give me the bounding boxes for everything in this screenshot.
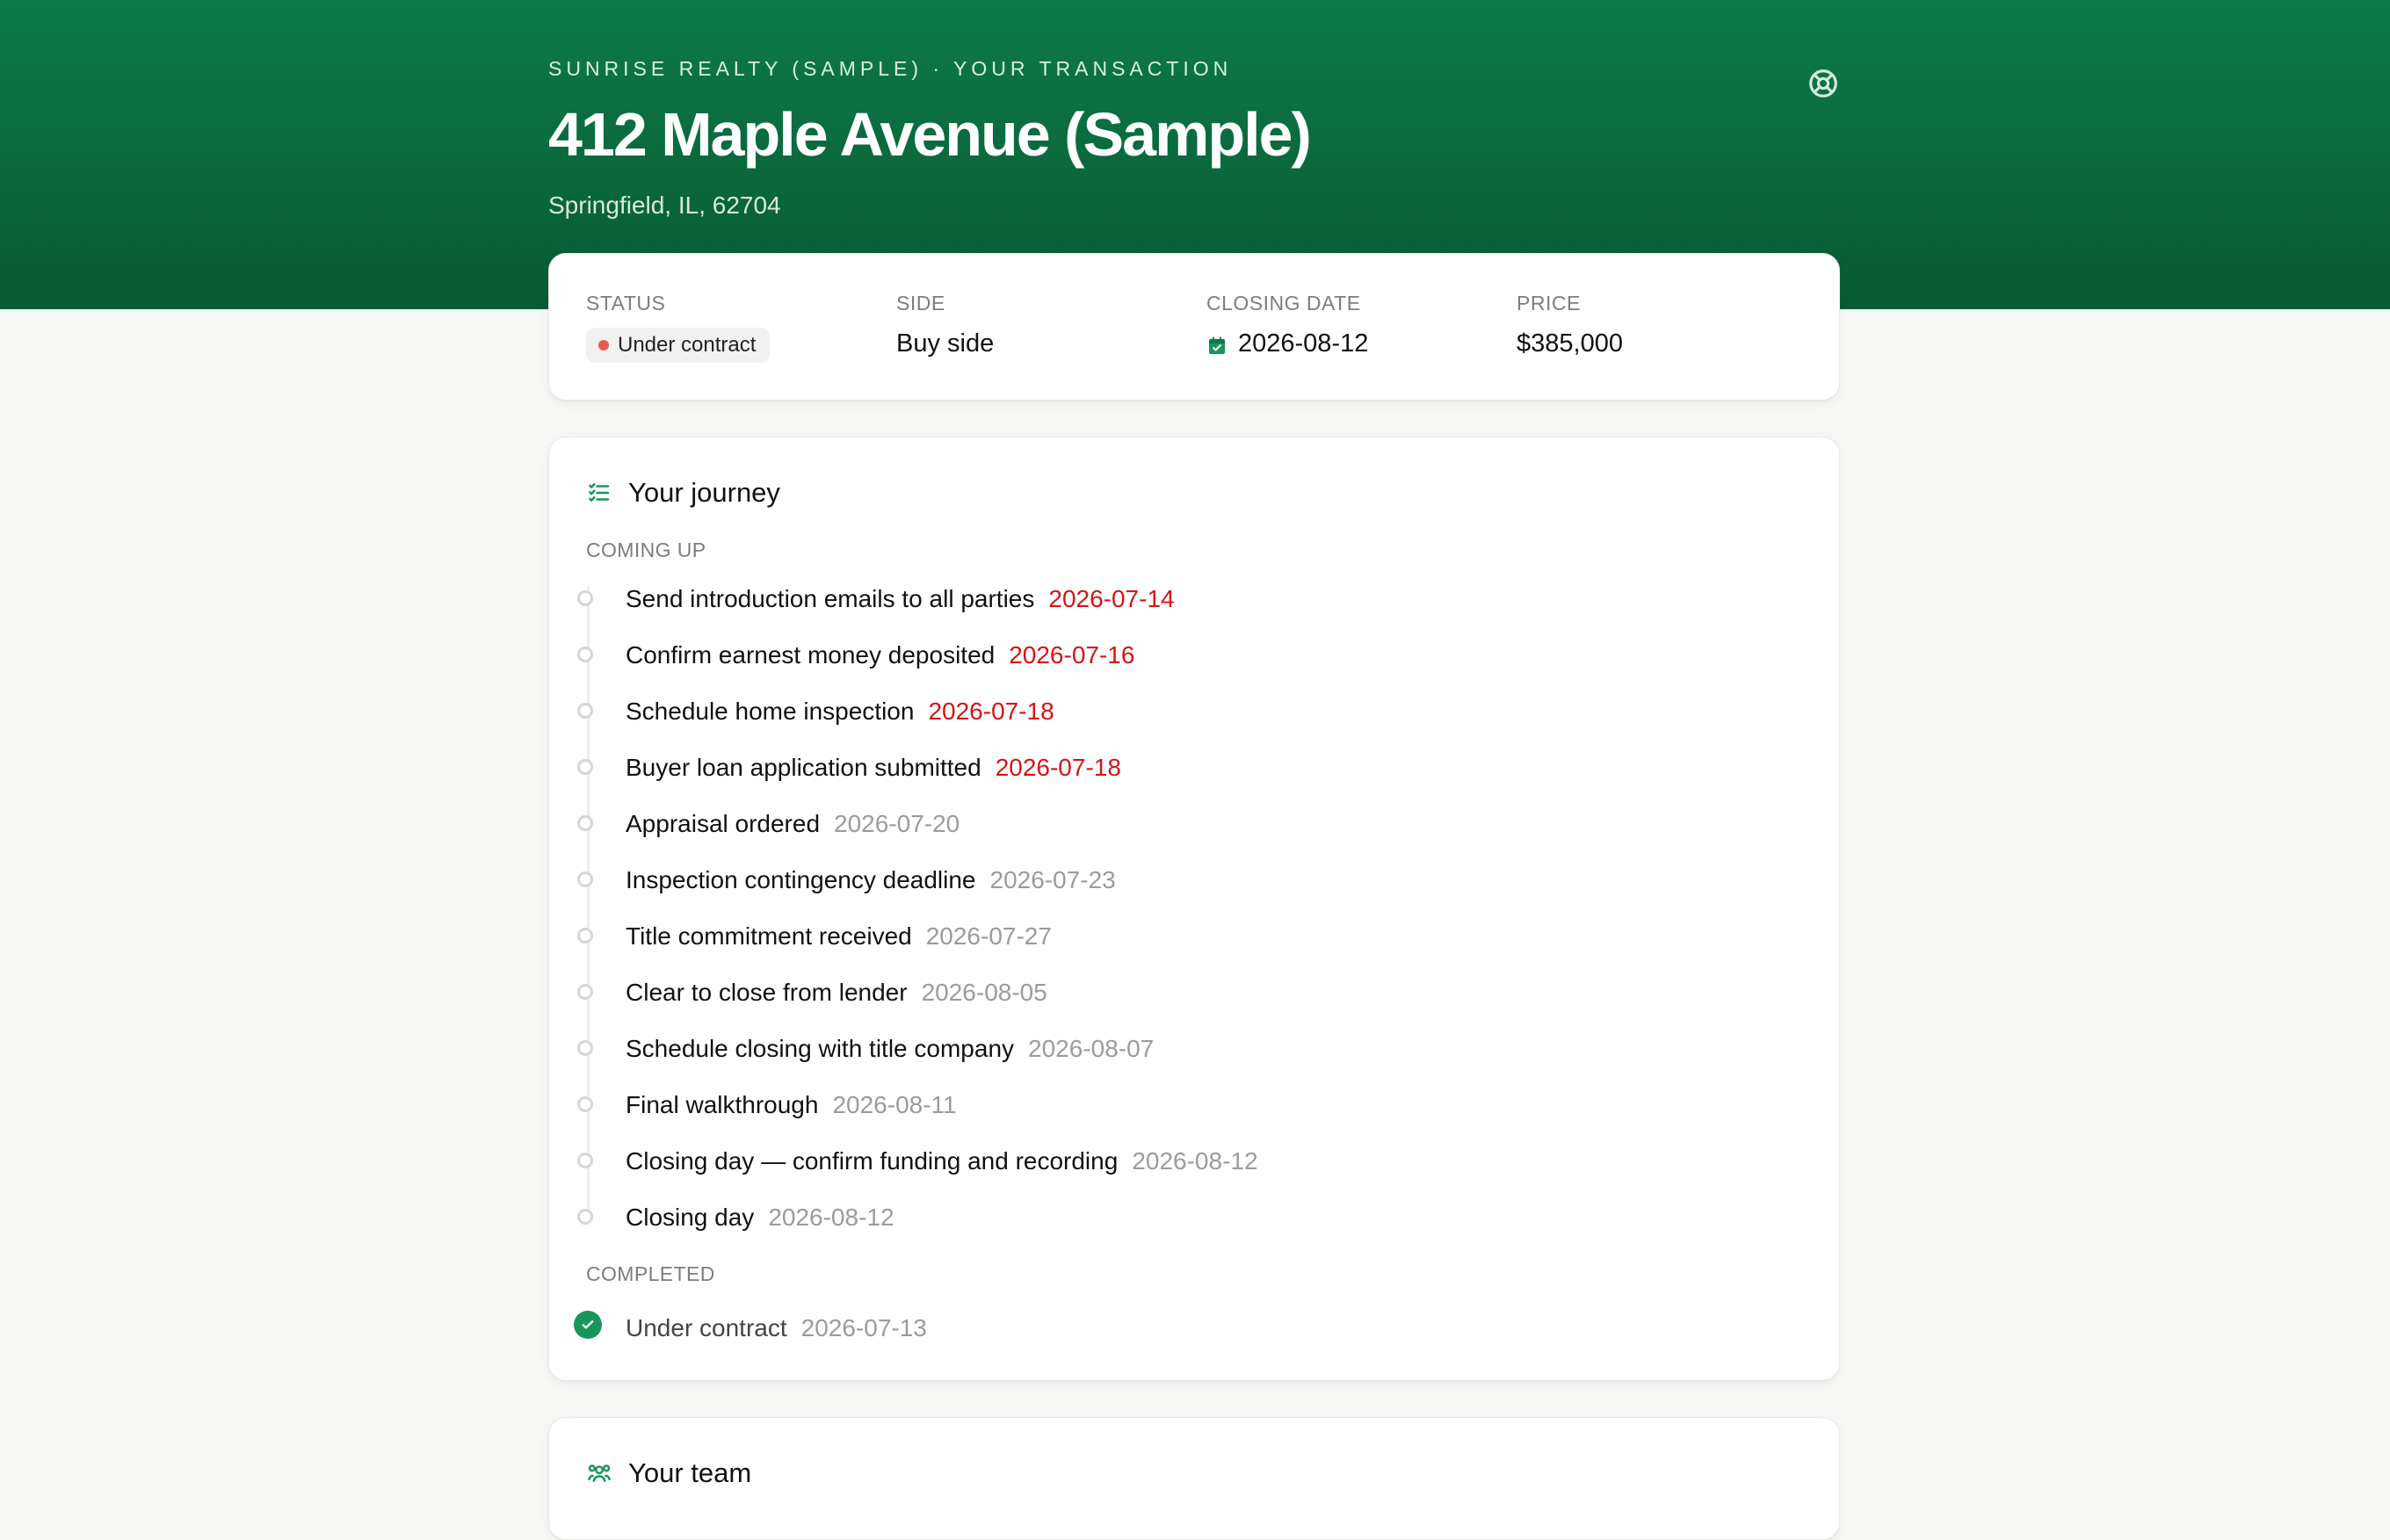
coming-up-label: COMING UP	[586, 539, 706, 561]
timeline-marker	[577, 1153, 593, 1168]
journey-item-date: 2026-07-23	[989, 866, 1116, 893]
closing-date-summary: CLOSING DATE 2026-08-12	[1206, 291, 1517, 363]
side-label: SIDE	[896, 292, 945, 315]
journey-item-title: Buyer loan application submitted	[626, 754, 981, 781]
journey-item-date: 2026-08-11	[832, 1091, 957, 1118]
journey-item-title: Closing day — confirm funding and record…	[626, 1147, 1119, 1175]
closing-date-label: CLOSING DATE	[1206, 292, 1361, 315]
timeline-marker	[577, 647, 593, 662]
journey-item: Final walkthrough 2026-08-11	[577, 1077, 1802, 1133]
checklist-icon	[589, 482, 610, 502]
journey-item-date: 2026-07-20	[834, 810, 960, 837]
journey-item: Send introduction emails to all parties …	[577, 571, 1802, 627]
journey-card: Your journey COMING UP Send introduction…	[548, 437, 1840, 1381]
status-summary: STATUS Under contract	[586, 291, 896, 363]
price-value: $385,000	[1517, 329, 1623, 358]
closing-date-value-wrap: 2026-08-12	[1206, 328, 1517, 359]
timeline-marker	[577, 871, 593, 887]
journey-item: Appraisal ordered 2026-07-20	[577, 796, 1802, 852]
journey-item-title: Title commitment received	[626, 922, 912, 950]
journey-title: Your journey	[628, 477, 780, 508]
hero-content: SUNRISE REALTY (SAMPLE) · YOUR TRANSACTI…	[548, 54, 1840, 221]
journey-item-date: 2026-07-18	[995, 754, 1121, 781]
price-label: PRICE	[1517, 292, 1581, 315]
journey-item-title: Closing day	[626, 1204, 755, 1231]
journey-item-date: 2026-07-16	[1009, 641, 1135, 669]
journey-item: Confirm earnest money deposited 2026-07-…	[577, 627, 1802, 683]
journey-item: Buyer loan application submitted 2026-07…	[577, 740, 1802, 796]
coming-up-timeline: Send introduction emails to all parties …	[577, 571, 1802, 1246]
property-location: Springfield, IL, 62704	[548, 192, 781, 219]
summary-grid: STATUS Under contract SIDE Buy side CLOS…	[586, 291, 1802, 363]
journey-item-title: Confirm earnest money deposited	[626, 641, 996, 669]
status-value: Under contract	[618, 333, 757, 357]
journey-item-title: Inspection contingency deadline	[626, 866, 976, 893]
journey-item-title: Appraisal ordered	[626, 810, 821, 837]
timeline-marker	[577, 759, 593, 775]
completed-item: Under contract 2026-07-13	[574, 1300, 1802, 1356]
journey-item: Schedule home inspection 2026-07-18	[577, 683, 1802, 740]
team-header: Your team	[586, 1457, 1802, 1490]
timeline-marker	[577, 984, 593, 1000]
timeline-marker	[577, 1209, 593, 1225]
journey-item-title: Final walkthrough	[626, 1091, 819, 1118]
property-title: 412 Maple Avenue (Sample)	[548, 100, 1312, 169]
journey-item-date: 2026-08-05	[921, 979, 1047, 1006]
brokerage-eyebrow: SUNRISE REALTY (SAMPLE) · YOUR TRANSACTI…	[548, 57, 1233, 80]
status-label: STATUS	[586, 292, 666, 315]
price-summary: PRICE $385,000	[1517, 291, 1827, 363]
lifebuoy-icon	[1809, 69, 1837, 98]
journey-item: Title commitment received 2026-07-27	[577, 908, 1802, 965]
timeline-marker	[577, 703, 593, 719]
completed-check-icon	[574, 1311, 602, 1339]
journey-item: Clear to close from lender 2026-08-05	[577, 965, 1802, 1021]
timeline-marker	[577, 928, 593, 944]
transaction-summary-card: STATUS Under contract SIDE Buy side CLOS…	[548, 253, 1840, 401]
side-summary: SIDE Buy side	[896, 291, 1206, 363]
journey-header: Your journey	[586, 476, 1802, 510]
journey-item-title: Send introduction emails to all parties	[626, 585, 1035, 612]
journey-item-date: 2026-08-07	[1028, 1035, 1155, 1062]
journey-item: Schedule closing with title company 2026…	[577, 1021, 1802, 1077]
journey-item: Closing day — confirm funding and record…	[577, 1133, 1802, 1189]
timeline-marker	[577, 1096, 593, 1112]
timeline-marker	[577, 815, 593, 831]
journey-item-date: 2026-07-27	[925, 922, 1052, 950]
completed-item-date: 2026-07-13	[800, 1314, 927, 1341]
team-card: Your team	[548, 1417, 1840, 1540]
help-button[interactable]	[1807, 67, 1840, 100]
status-badge: Under contract	[586, 328, 771, 363]
completed-label: COMPLETED	[586, 1262, 715, 1285]
timeline-marker	[577, 1040, 593, 1056]
timeline-marker	[577, 590, 593, 606]
side-value: Buy side	[896, 329, 995, 358]
journey-item-date: 2026-07-14	[1048, 585, 1175, 612]
team-icon	[588, 1464, 611, 1482]
journey-item: Inspection contingency deadline 2026-07-…	[577, 852, 1802, 908]
closing-date-value: 2026-08-12	[1238, 329, 1369, 358]
team-title: Your team	[628, 1457, 752, 1488]
journey-item-title: Schedule home inspection	[626, 698, 915, 725]
calendar-check-icon	[1206, 333, 1228, 354]
completed-item-title: Under contract	[626, 1314, 787, 1341]
journey-item-date: 2026-07-18	[928, 698, 1054, 725]
journey-item-date: 2026-08-12	[768, 1204, 894, 1231]
status-value-wrap: Under contract	[586, 328, 896, 363]
journey-item-title: Clear to close from lender	[626, 979, 908, 1006]
journey-item: Closing day 2026-08-12	[577, 1189, 1802, 1246]
journey-item-title: Schedule closing with title company	[626, 1035, 1015, 1062]
status-dot	[598, 340, 609, 351]
journey-item-date: 2026-08-12	[1132, 1147, 1258, 1175]
